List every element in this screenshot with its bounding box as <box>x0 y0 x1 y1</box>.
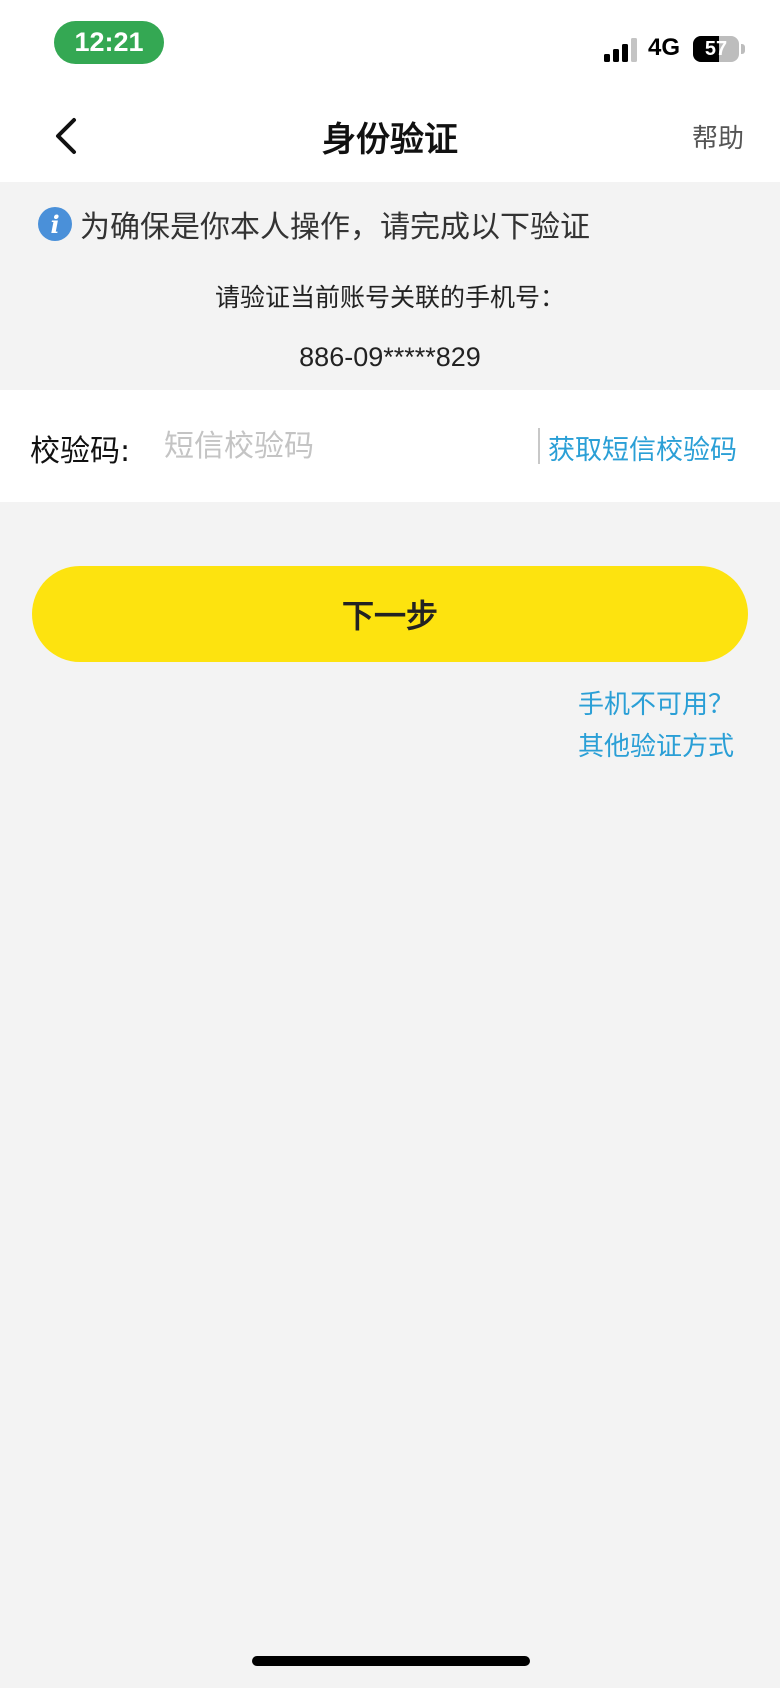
signal-strength-icon <box>604 38 637 62</box>
alternative-verification-links: 手机不可用？ 其他验证方式 <box>578 684 734 768</box>
battery-level: 57 <box>704 37 728 60</box>
input-divider <box>538 428 540 464</box>
info-icon: i <box>38 207 72 241</box>
get-sms-code-button[interactable]: 获取短信校验码 <box>548 428 737 467</box>
sms-code-input[interactable] <box>164 418 524 474</box>
status-bar: 12:21 4G 57 <box>0 0 780 90</box>
page-title: 身份验证 <box>322 119 458 160</box>
verification-notice: i 为确保是你本人操作，请完成以下验证 <box>38 204 590 245</box>
verification-code-row: 校验码: 获取短信校验码 <box>0 390 780 502</box>
verify-phone-prompt: 请验证当前账号关联的手机号： <box>214 283 565 312</box>
help-button[interactable]: 帮助 <box>692 118 744 155</box>
nav-bar: 身份验证 帮助 <box>0 90 780 182</box>
phone-unavailable-link[interactable]: 手机不可用？ <box>578 684 734 726</box>
notice-text: 为确保是你本人操作，请完成以下验证 <box>80 210 590 245</box>
status-time: 12:21 <box>54 21 164 64</box>
next-step-button[interactable]: 下一步 <box>32 566 748 662</box>
code-label: 校验码: <box>30 434 131 469</box>
other-verification-methods-link[interactable]: 其他验证方式 <box>578 726 734 768</box>
masked-phone-number: 886-09*****829 <box>299 342 481 372</box>
chevron-left-icon <box>56 118 76 154</box>
identity-verification-screen: 12:21 4G 57 身份验证 帮助 i 为确保是你本人操作，请完成以下验证 … <box>0 0 780 1688</box>
back-button[interactable] <box>44 110 88 162</box>
home-indicator[interactable] <box>252 1656 530 1666</box>
battery-cap <box>741 44 745 54</box>
battery-icon: 57 <box>693 36 739 62</box>
network-type: 4G <box>648 34 681 61</box>
